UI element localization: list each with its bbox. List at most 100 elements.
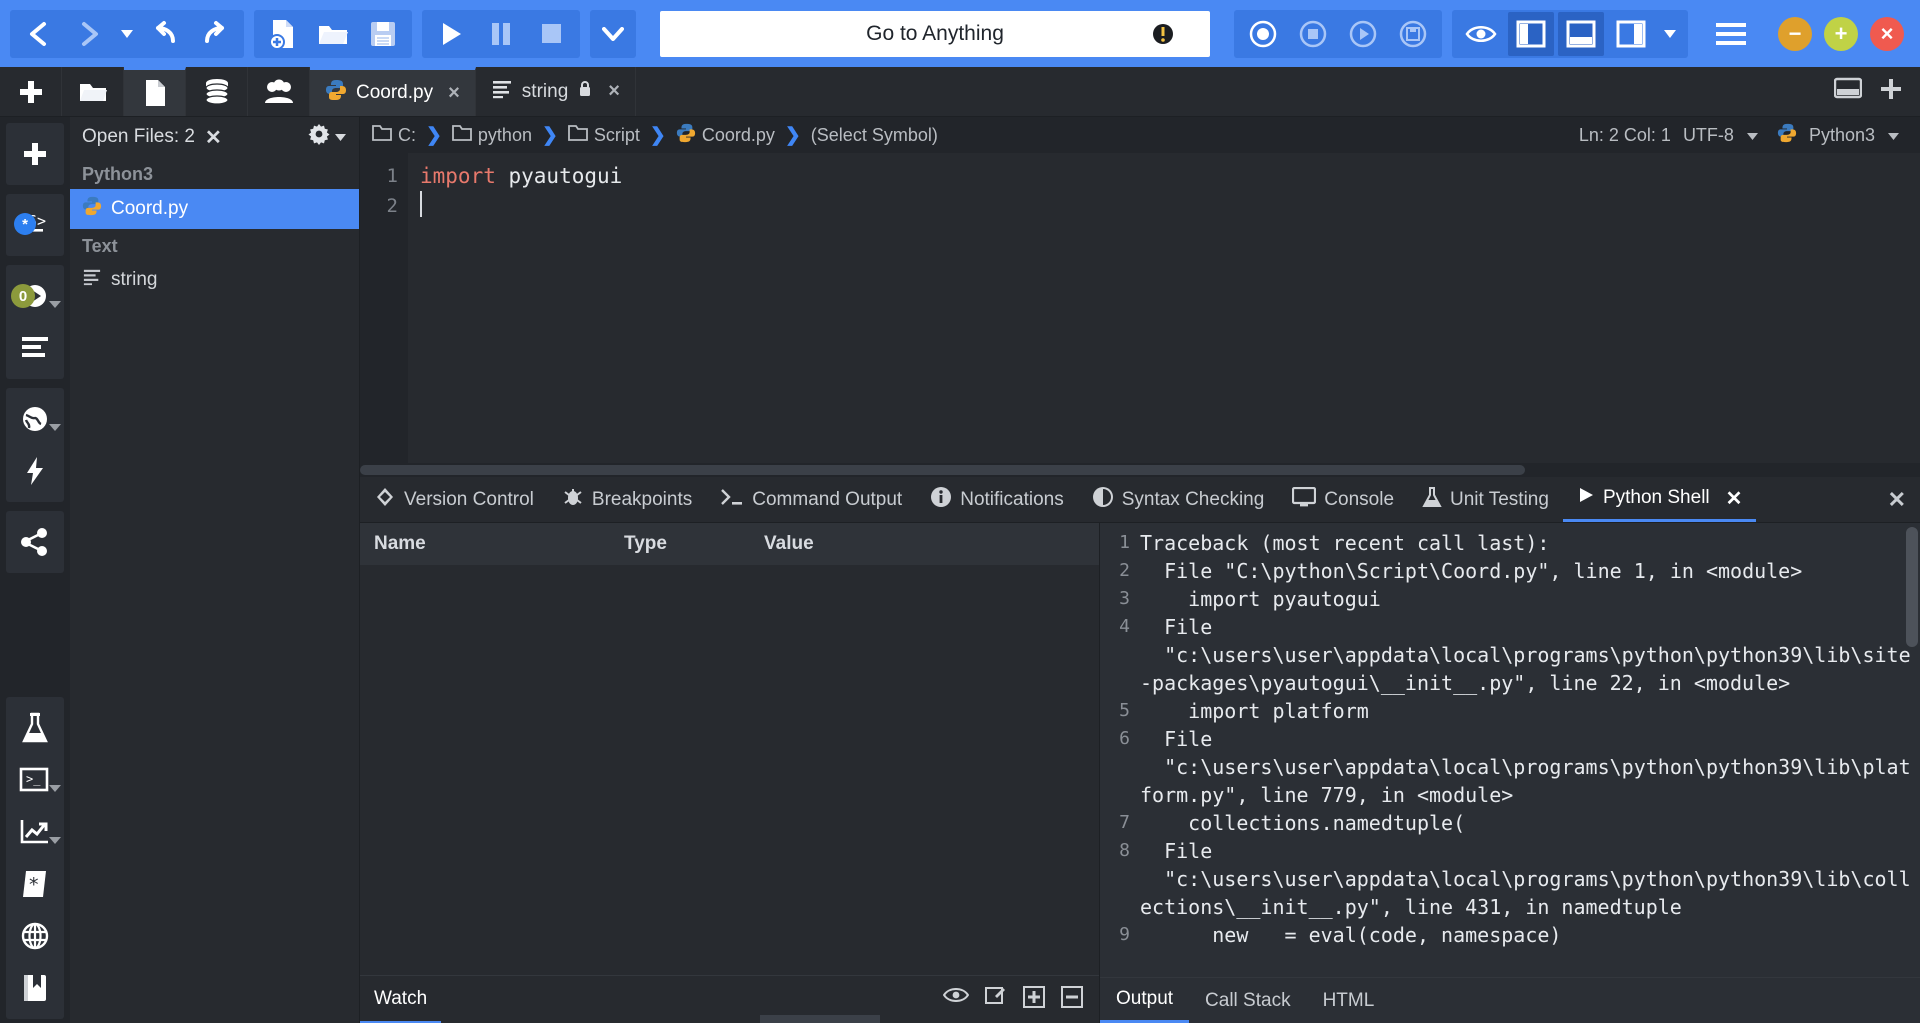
code-intel-icon[interactable] (8, 806, 62, 858)
debugger-icon[interactable]: 0 (8, 270, 62, 322)
code-editor[interactable]: 1 2 import pyautogui (360, 153, 1920, 463)
menu-icon[interactable] (1708, 12, 1754, 56)
caret-down-icon[interactable] (49, 301, 61, 308)
scrollbar-thumb[interactable] (360, 465, 1525, 475)
close-button[interactable]: × (1870, 16, 1904, 51)
open-file-item-coord[interactable]: Coord.py (70, 189, 359, 229)
file-tab-coord[interactable]: Coord.py × (310, 67, 476, 116)
close-tab-icon[interactable]: ✕ (1726, 486, 1743, 511)
run-options-caret[interactable] (590, 9, 636, 58)
tab-python-shell[interactable]: Python Shell ✕ (1562, 477, 1757, 522)
browser-preview-icon[interactable] (8, 393, 62, 445)
column-header-type[interactable]: Type (610, 533, 750, 555)
pause-button[interactable] (478, 12, 524, 56)
add-icon[interactable] (1023, 986, 1045, 1013)
collaboration-tab[interactable] (248, 67, 310, 116)
eye-icon[interactable] (942, 986, 970, 1013)
stop-button[interactable] (528, 12, 574, 56)
gear-icon[interactable] (308, 123, 330, 151)
web-icon[interactable] (8, 910, 62, 962)
add-button[interactable] (8, 128, 62, 180)
editor-horizontal-scrollbar[interactable] (360, 463, 1920, 477)
back-button[interactable] (16, 12, 62, 56)
tab-version-control[interactable]: Version Control (360, 477, 548, 522)
save-macro-button[interactable] (1390, 12, 1436, 56)
new-file-button[interactable] (260, 12, 306, 56)
close-tab-icon[interactable]: × (608, 80, 620, 103)
tab-command-output[interactable]: Command Output (706, 477, 916, 522)
caret-down-icon[interactable] (49, 424, 61, 431)
shell-line-number: 8 (1119, 840, 1130, 861)
breadcrumb-item-script[interactable]: Script (567, 124, 640, 146)
go-to-anything-container[interactable] (660, 10, 1210, 57)
tab-unit-testing[interactable]: Unit Testing (1408, 477, 1563, 522)
column-header-name[interactable]: Name (360, 533, 610, 555)
breadcrumb-item-c[interactable]: C: (372, 124, 416, 146)
open-file-item-string[interactable]: string (70, 261, 359, 299)
rx-toolkit-icon[interactable] (8, 702, 62, 754)
stop-macro-button[interactable] (1290, 12, 1336, 56)
toggle-bottom-pane-button[interactable] (1558, 11, 1604, 56)
open-files-tab[interactable] (124, 67, 186, 116)
forward-button[interactable] (66, 12, 112, 56)
shell-tab-html[interactable]: HTML (1307, 978, 1391, 1023)
close-tab-icon[interactable]: × (448, 82, 460, 105)
maximize-button[interactable]: + (1824, 16, 1858, 51)
shell-output[interactable]: 1 2 3 4 5 6 7 8 9 Traceback (most recent… (1100, 523, 1920, 977)
nav-history-caret[interactable] (116, 12, 138, 56)
column-header-value[interactable]: Value (750, 533, 1099, 555)
minimize-button[interactable]: − (1778, 16, 1812, 51)
lightning-icon[interactable] (8, 445, 62, 497)
new-tab-plus-icon[interactable] (1880, 78, 1902, 105)
watch-rows-area[interactable] (360, 565, 1099, 975)
toggle-left-pane-button[interactable] (1508, 11, 1554, 56)
tab-breakpoints[interactable]: Breakpoints (548, 477, 706, 522)
open-file-button[interactable] (310, 12, 356, 56)
language-caret-icon[interactable] (1887, 125, 1900, 146)
redo-button[interactable] (192, 12, 238, 56)
edit-icon[interactable] (985, 986, 1007, 1013)
code-area[interactable]: import pyautogui (408, 153, 1920, 463)
encoding-label[interactable]: UTF-8 (1683, 125, 1734, 146)
file-tab-string[interactable]: string × (476, 67, 636, 116)
run-button[interactable] (428, 12, 474, 56)
watch-tab[interactable]: Watch (360, 976, 442, 1023)
save-button[interactable] (360, 12, 406, 56)
snippets-icon[interactable]: * (8, 858, 62, 910)
breadcrumb-select-symbol[interactable]: (Select Symbol) (811, 125, 938, 146)
add-tab-button[interactable] (0, 67, 62, 116)
encoding-caret-icon[interactable] (1746, 125, 1759, 146)
remove-icon[interactable] (1061, 986, 1083, 1013)
shell-tab-output[interactable]: Output (1100, 978, 1190, 1023)
split-view-icon[interactable] (1833, 77, 1863, 106)
tab-console[interactable]: Console (1278, 477, 1408, 522)
toggle-right-pane-button[interactable] (1608, 12, 1654, 56)
places-tab[interactable] (62, 67, 124, 116)
caret-down-icon[interactable] (49, 837, 61, 844)
shell-icon[interactable]: S> * (8, 199, 62, 251)
caret-down-icon[interactable] (334, 126, 347, 148)
view-options-caret[interactable] (1658, 12, 1682, 56)
close-bottom-pane-icon[interactable]: ✕ (1874, 477, 1920, 522)
undo-button[interactable] (142, 12, 188, 56)
outline-icon[interactable] (8, 322, 62, 374)
play-macro-button[interactable] (1340, 12, 1386, 56)
record-macro-button[interactable] (1240, 12, 1286, 56)
breadcrumb-item-coord[interactable]: Coord.py (676, 123, 775, 148)
command-output-icon[interactable]: >_ (8, 754, 62, 806)
tab-syntax-checking[interactable]: Syntax Checking (1078, 477, 1279, 522)
breadcrumb-item-python[interactable]: python (452, 124, 532, 146)
play-triangle-icon (1577, 486, 1595, 510)
language-label[interactable]: Python3 (1809, 125, 1875, 146)
close-panel-icon[interactable]: ✕ (205, 125, 222, 150)
database-tab[interactable] (186, 67, 248, 116)
caret-down-icon[interactable] (49, 785, 61, 792)
bookmarks-icon[interactable] (8, 962, 62, 1014)
shell-tab-call-stack[interactable]: Call Stack (1189, 978, 1307, 1023)
preview-eye-button[interactable] (1458, 12, 1504, 56)
share-icon[interactable] (8, 516, 62, 568)
bottom-scrollbar[interactable] (760, 1015, 880, 1023)
tab-notifications[interactable]: Notifications (916, 477, 1078, 522)
shell-scrollbar-thumb[interactable] (1906, 527, 1918, 647)
go-to-anything-input[interactable] (660, 10, 1210, 57)
